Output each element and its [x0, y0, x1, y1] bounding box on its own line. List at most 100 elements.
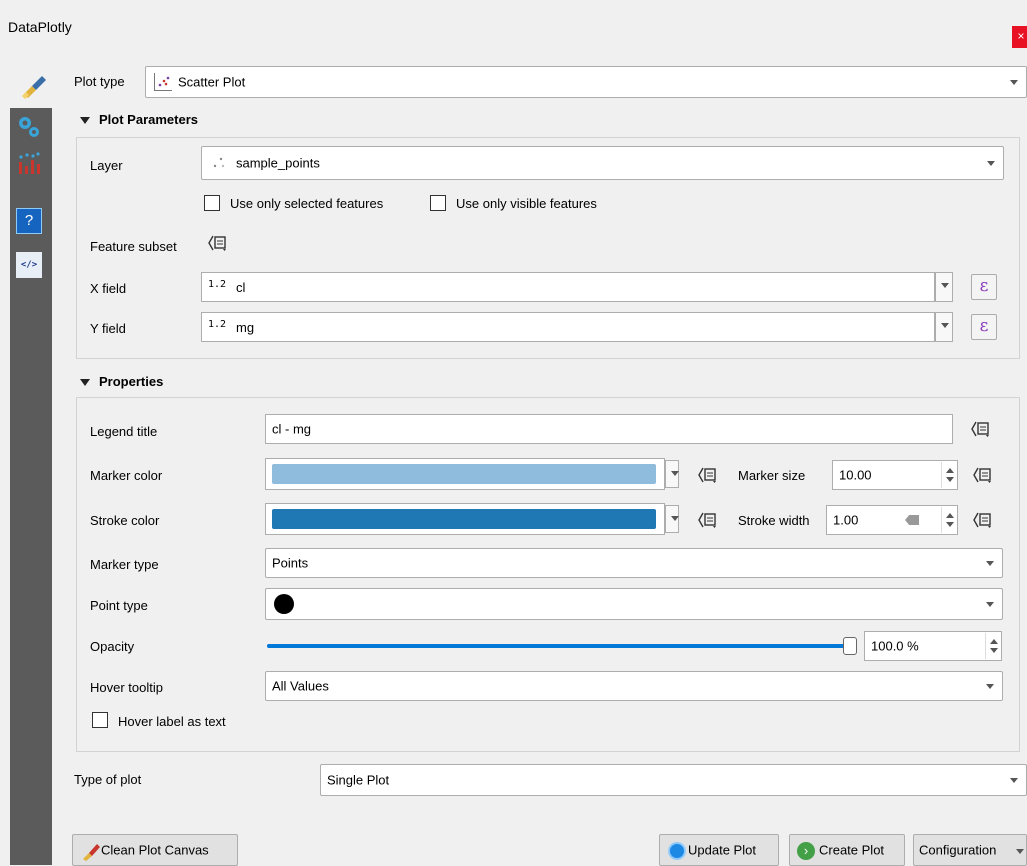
layer-select[interactable]: sample_points [201, 146, 1004, 180]
type-of-plot-label: Type of plot [74, 772, 142, 787]
create-plot-button[interactable]: › Create Plot [789, 834, 905, 866]
code-icon[interactable]: </> [16, 252, 42, 278]
opacity-spinner[interactable] [985, 633, 1001, 659]
y-field-label: Y field [90, 321, 126, 336]
plot-icon[interactable] [16, 150, 42, 176]
stroke-width-spinner[interactable] [941, 507, 957, 533]
legend-title-value: cl - mg [272, 421, 311, 437]
type-of-plot-select[interactable]: Single Plot [320, 764, 1027, 796]
refresh-icon [668, 842, 686, 860]
create-icon: › [797, 842, 815, 860]
point-type-select[interactable] [265, 588, 1003, 620]
chevron-down-icon [1016, 849, 1024, 854]
hover-tooltip-select[interactable]: All Values [265, 671, 1003, 701]
opacity-fill [267, 644, 857, 648]
legend-title-input[interactable]: cl - mg [265, 414, 953, 444]
marker-color-dropdown[interactable] [665, 460, 679, 488]
chevron-down-icon [986, 561, 994, 566]
point-type-label: Point type [90, 598, 148, 613]
x-field-dropdown-button[interactable] [935, 272, 953, 302]
close-button[interactable]: × [1012, 26, 1027, 48]
opacity-slider[interactable] [267, 635, 857, 657]
stroke-width-input[interactable]: 1.00 [826, 505, 958, 535]
plot-type-label: Plot type [74, 74, 125, 89]
stroke-color-button[interactable] [265, 503, 665, 535]
opacity-track [267, 644, 857, 648]
marker-type-label: Marker type [90, 557, 159, 572]
marker-size-value: 10.00 [839, 467, 872, 483]
y-field-type: 1.2 [208, 319, 227, 330]
brush-icon [81, 841, 101, 861]
data-defined-icon[interactable] [697, 466, 719, 484]
x-field-select[interactable]: 1.2 cl [201, 272, 935, 302]
update-plot-button[interactable]: Update Plot [659, 834, 779, 866]
data-defined-icon[interactable] [972, 466, 994, 484]
filled-circle-icon [274, 594, 294, 614]
y-field-value: mg [236, 320, 255, 335]
opacity-handle[interactable] [843, 637, 857, 655]
plot-type-value: Scatter Plot [178, 74, 246, 90]
feature-subset-label: Feature subset [90, 239, 177, 254]
properties-title: Properties [99, 374, 164, 389]
help-glyph: ? [24, 212, 34, 229]
hover-tooltip-label: Hover tooltip [90, 680, 163, 695]
stroke-width-label: Stroke width [738, 513, 810, 528]
layer-label: Layer [90, 158, 123, 173]
chevron-down-icon [1010, 778, 1018, 783]
configuration-button[interactable]: Configuration [913, 834, 1027, 866]
plot-parameters-title: Plot Parameters [99, 112, 198, 127]
x-field-label: X field [90, 281, 127, 296]
stroke-color-swatch [272, 509, 656, 529]
help-icon[interactable]: ? [16, 208, 42, 234]
hover-label-text: Hover label as text [118, 714, 226, 729]
window-title: DataPlotly [8, 19, 72, 35]
marker-type-select[interactable]: Points [265, 548, 1003, 578]
use-selected-checkbox[interactable] [204, 195, 220, 211]
marker-type-value: Points [272, 555, 309, 571]
y-field-dropdown-button[interactable] [935, 312, 953, 342]
configuration-label: Configuration [919, 842, 997, 858]
hover-tooltip-value: All Values [272, 678, 329, 694]
data-defined-icon[interactable] [207, 234, 229, 252]
opacity-spinbox[interactable]: 100.0 % [864, 631, 1002, 661]
opacity-value: 100.0 % [871, 638, 919, 654]
gears-icon[interactable] [16, 114, 42, 140]
x-field-value: cl [236, 280, 246, 295]
type-of-plot-value: Single Plot [327, 772, 390, 788]
clear-icon[interactable] [905, 515, 919, 525]
code-glyph: </> [20, 260, 38, 270]
stroke-width-value: 1.00 [833, 512, 859, 528]
data-defined-icon[interactable] [697, 511, 719, 529]
properties-header[interactable]: Properties [80, 374, 163, 389]
stroke-color-label: Stroke color [90, 513, 160, 528]
x-field-expression-button[interactable]: ε [971, 274, 997, 300]
use-visible-checkbox[interactable] [430, 195, 446, 211]
brush-icon[interactable] [20, 72, 48, 100]
chevron-down-icon [1010, 80, 1018, 85]
chevron-down-icon [986, 684, 994, 689]
y-field-select[interactable]: 1.2 mg [201, 312, 935, 342]
legend-title-label: Legend title [90, 424, 158, 439]
y-field-expression-button[interactable]: ε [971, 314, 997, 340]
plot-type-select[interactable]: Scatter Plot [145, 66, 1027, 98]
opacity-label: Opacity [90, 639, 135, 654]
chevron-down-icon [986, 602, 994, 607]
marker-size-spinner[interactable] [941, 462, 957, 488]
clean-plot-canvas-label: Clean Plot Canvas [101, 842, 209, 858]
hover-label-checkbox[interactable] [92, 712, 108, 728]
data-defined-icon[interactable] [970, 420, 992, 438]
marker-size-label: Marker size [738, 468, 806, 483]
collapse-arrow-icon [80, 379, 90, 387]
title-bar [0, 0, 1027, 58]
marker-size-input[interactable]: 10.00 [832, 460, 958, 490]
stroke-color-dropdown[interactable] [665, 505, 679, 533]
scatter-plot-icon [154, 73, 172, 91]
data-defined-icon[interactable] [972, 511, 994, 529]
sidebar: ? </> [10, 108, 52, 865]
use-selected-label: Use only selected features [230, 196, 384, 211]
clean-plot-canvas-button[interactable]: Clean Plot Canvas [72, 834, 238, 866]
plot-parameters-header[interactable]: Plot Parameters [80, 112, 198, 127]
marker-color-label: Marker color [90, 468, 163, 483]
point-layer-icon [212, 156, 226, 170]
marker-color-button[interactable] [265, 458, 665, 490]
